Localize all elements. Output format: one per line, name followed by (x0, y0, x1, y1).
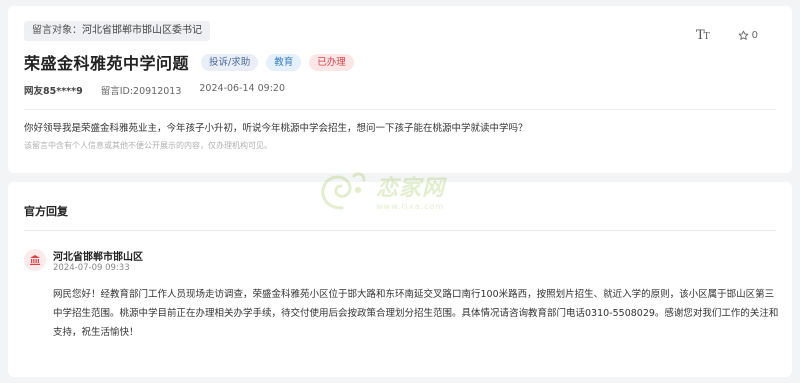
reply-text: 网民您好！经教育部门工作人员现场走访调查，荣盛金科雅苑小区位于邯大路和东环南延交… (53, 289, 779, 338)
message-id: 留言ID:20912013 (101, 83, 182, 97)
department-name: 河北省邯郸市邯山区 (53, 252, 143, 263)
page-title: 荣盛金科雅苑中学问题 (24, 54, 190, 73)
reply-card: 官方回复 河北省邯郸市邯山区 2024-07-09 09:33 网民您好！经教育… (8, 182, 792, 377)
type-tag: 投诉/求助 (201, 53, 259, 71)
domain-tag: 教育 (266, 53, 302, 71)
message-card: 留言对象：河北省邯郸市邯山区委书记 TT 0 荣盛金科雅苑中学问题 投诉/求助 … (8, 6, 792, 173)
status-badge: 已办理 (309, 53, 354, 71)
divider (24, 109, 776, 110)
favorite-button[interactable]: 0 (738, 30, 758, 41)
section-title: 官方回复 (24, 205, 68, 218)
message-meta: 网友85****9 留言ID:20912013 2024-06-14 09:20 (24, 83, 285, 97)
government-building-icon (30, 255, 40, 265)
target-value: 河北省邯郸市邯山区委书记 (82, 25, 202, 36)
message-date: 2024-06-14 09:20 (199, 83, 285, 94)
font-size-icon[interactable]: TT (696, 28, 710, 43)
reply-time: 2024-07-09 09:33 (53, 263, 130, 273)
target-label: 留言对象： (32, 25, 82, 36)
favorite-count: 0 (751, 30, 758, 41)
user-name: 网友85****9 (24, 86, 83, 97)
title-row: 荣盛金科雅苑中学问题 投诉/求助 教育 已办理 (24, 50, 354, 74)
tag-list: 投诉/求助 教育 已办理 (201, 53, 354, 71)
message-target-tag: 留言对象：河北省邯郸市邯山区委书记 (24, 21, 210, 41)
department-avatar (24, 249, 46, 271)
privacy-notice: 该留言中含有个人信息或其他不便公开展示的内容，仅办理机构可见。 (24, 141, 272, 150)
message-content: 你好领导我是荣盛金科雅苑业主，今年孩子小升初，听说今年桃源中学会招生，想问一下孩… (24, 123, 528, 134)
message-id-label: 留言ID: (100, 86, 134, 97)
toolbar: TT 0 (696, 28, 758, 43)
message-id-value: 20912013 (133, 86, 182, 97)
star-icon (738, 30, 748, 40)
divider (24, 230, 776, 231)
